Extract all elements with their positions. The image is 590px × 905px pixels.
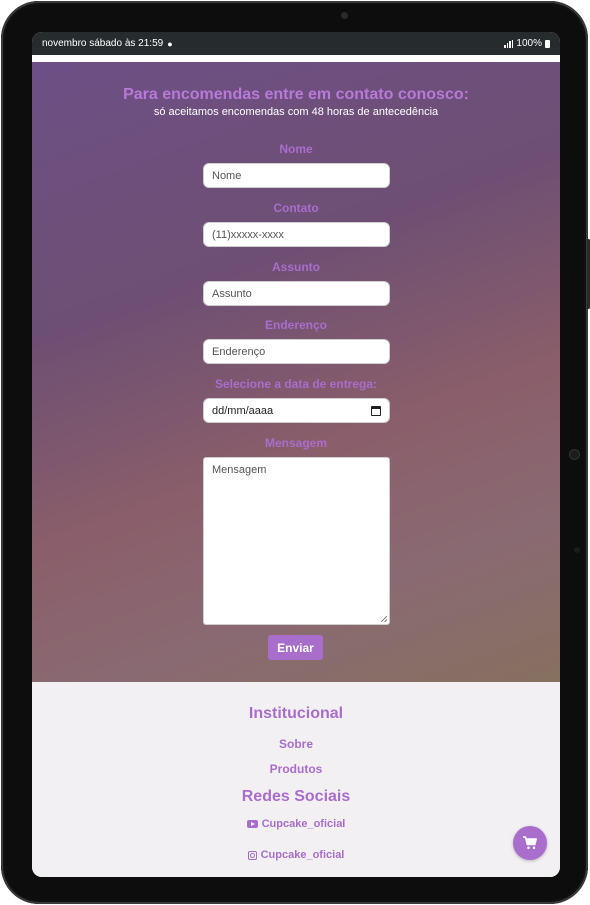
message-label: Mensagem: [264, 436, 328, 450]
page-subtitle: só aceitamos encomendas com 48 horas de …: [153, 106, 439, 118]
about-link[interactable]: Sobre: [32, 737, 560, 751]
institutional-heading: Institucional: [248, 705, 344, 722]
contact-input[interactable]: (11)xxxxx-xxxx: [203, 222, 390, 247]
contact-label: Contato: [273, 201, 319, 215]
status-time: novembro sábado às 21:59: [42, 38, 164, 49]
social-heading: Redes Sociais: [241, 788, 351, 805]
battery-icon: [545, 39, 550, 48]
contact-section: Para encomendas entre em contato conosco…: [32, 62, 560, 682]
signal-icon: [504, 39, 514, 48]
subject-input[interactable]: Assunto: [203, 281, 390, 306]
submit-button[interactable]: Enviar: [268, 635, 323, 660]
message-placeholder: Mensagem: [212, 464, 267, 476]
footer: Institucional Sobre Produtos Redes Socia…: [32, 682, 560, 877]
spotify-icon: ●: [167, 38, 173, 49]
date-placeholder: dd/mm/aaaa: [212, 404, 274, 417]
address-input[interactable]: Enderenço: [203, 339, 390, 364]
screen: novembro sábado às 21:59 ● 100% Para enc…: [32, 32, 560, 877]
instagram-icon: [247, 850, 257, 860]
cart-button[interactable]: [513, 826, 547, 860]
date-label: Selecione a data de entrega:: [214, 377, 378, 391]
products-link[interactable]: Produtos: [32, 762, 560, 776]
message-textarea[interactable]: Mensagem: [203, 457, 390, 625]
name-input[interactable]: Nome: [203, 163, 390, 188]
cart-icon: [523, 836, 537, 850]
status-bar: novembro sábado às 21:59 ● 100%: [32, 32, 560, 55]
subject-label: Assunto: [272, 260, 320, 274]
youtube-handle: Cupcake_oficial: [261, 818, 346, 830]
name-label: Nome: [279, 142, 313, 156]
calendar-icon[interactable]: [371, 405, 381, 416]
sensor-dot: [570, 450, 579, 459]
instagram-link[interactable]: Cupcake_oficial: [32, 849, 560, 861]
youtube-link[interactable]: Cupcake_oficial: [32, 818, 560, 830]
front-camera: [341, 12, 348, 19]
date-input[interactable]: dd/mm/aaaa: [203, 398, 390, 423]
address-label: Enderenço: [264, 318, 327, 332]
tablet-frame: novembro sábado às 21:59 ● 100% Para enc…: [1, 1, 590, 904]
page-title: Para encomendas entre em contato conosco…: [123, 86, 469, 103]
youtube-icon: [246, 820, 258, 828]
resize-handle[interactable]: [381, 616, 387, 622]
instagram-handle: Cupcake_oficial: [260, 849, 345, 861]
battery-percent: 100%: [516, 38, 542, 49]
sensor-dot-small: [574, 547, 580, 553]
